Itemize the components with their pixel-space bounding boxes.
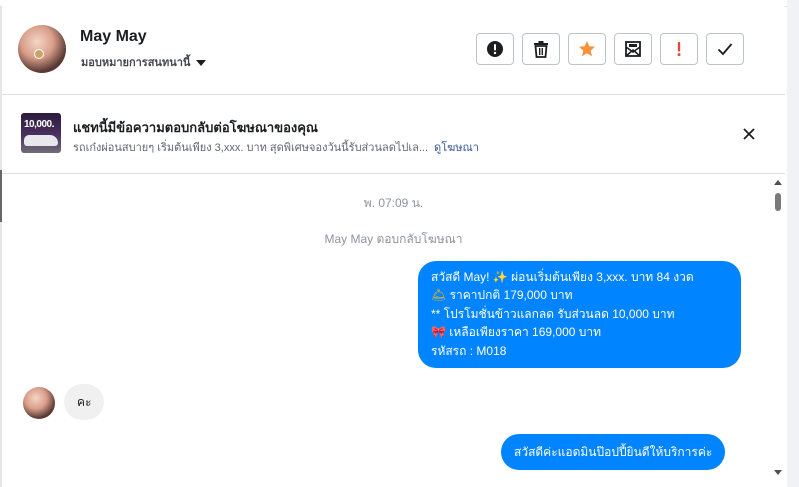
chat-scrollbar[interactable] <box>771 178 785 487</box>
ad-reply-note: May May ตอบกลับโฆษณา <box>324 232 463 246</box>
ad-banner-title: แชทนี้มีข้อความตอบกลับต่อโฆษณาของคุณ <box>73 120 318 135</box>
sender-avatar[interactable] <box>23 387 55 419</box>
mark-unread-button[interactable] <box>614 33 652 65</box>
message-line-text: ผ่อนเริ่มต้นเพียง 3,xxx. บาท 84 งวด <box>507 270 694 284</box>
message-line: รหัสรถ : M018 <box>431 342 730 360</box>
message-line-text: สวัสดี May! <box>431 270 493 284</box>
mark-spam-button[interactable] <box>476 33 514 65</box>
message-line: ** โปรโมชั่นข้าวแลกลด รับส่วนลด 10,000 บ… <box>431 305 730 323</box>
assign-conversation-dropdown[interactable]: มอบหมายการสนทนานี้ <box>81 53 207 71</box>
ad-banner-body: รถเก๋งผ่อนสบายๆ เริ่มต้นเพียง 3,xxx. บาท… <box>73 142 429 154</box>
checkmark-icon <box>717 43 733 56</box>
bell-icon: 🛎 <box>431 288 447 303</box>
ad-thumbnail-text: 10,000. <box>24 119 54 130</box>
conversation-header: May May มอบหมายการสนทนานี้ <box>2 6 785 95</box>
mark-done-button[interactable] <box>706 33 744 65</box>
assign-conversation-label: มอบหมายการสนทนานี้ <box>81 57 191 69</box>
conversation-actions <box>476 33 744 65</box>
ad-reply-banner: 10,000. แชทนี้มีข้อความตอบกลับต่อโฆษณาขอ… <box>2 95 785 174</box>
sparkles-icon: ✨ <box>492 270 508 284</box>
mark-unread-icon <box>625 41 641 57</box>
avatar-image <box>23 387 55 419</box>
message-timestamp: พ. 07:09 น. <box>363 196 424 210</box>
message-line-text: ** โปรโมชั่นข้าวแลกลด รับส่วนลด 10,000 บ… <box>431 306 675 321</box>
message-thread: พ. 07:09 น. May May ตอบกลับโฆษณา สวัสดี … <box>2 174 785 487</box>
window-right-edge <box>787 0 799 487</box>
exclamation-icon <box>677 42 681 57</box>
caret-down-icon <box>196 59 207 66</box>
scroll-up-arrow-icon[interactable] <box>774 180 782 185</box>
scroll-down-arrow-icon[interactable] <box>774 470 782 475</box>
message-line: 🛎 ราคาปกติ 179,000 บาท <box>431 286 730 304</box>
star-icon <box>579 41 595 57</box>
message-line: สวัสดี May! ✨ ผ่อนเริ่มต้นเพียง 3,xxx. บ… <box>431 268 730 286</box>
ribbon-icon: 🎀 <box>431 325 446 340</box>
follow-up-button[interactable] <box>660 33 698 65</box>
scrollbar-thumb[interactable] <box>775 193 781 211</box>
incoming-message: คะ <box>64 384 105 420</box>
delete-button[interactable] <box>522 33 560 65</box>
message-line-text: รหัสรถ : M018 <box>431 343 507 358</box>
message-line-text: เหลือเพียงราคา 169,000 บาท <box>445 325 602 340</box>
ad-banner-text: รถเก๋งผ่อนสบายๆ เริ่มต้นเพียง 3,xxx. บาท… <box>73 138 479 156</box>
outgoing-message: สวัสดี May! ✨ ผ่อนเริ่มต้นเพียง 3,xxx. บ… <box>418 261 741 369</box>
star-button[interactable] <box>568 33 606 65</box>
alert-circle-icon <box>487 41 503 57</box>
ad-thumbnail[interactable]: 10,000. <box>21 113 61 153</box>
view-ad-link[interactable]: ดูโฆษณา <box>434 142 479 154</box>
close-banner-button[interactable] <box>742 127 756 141</box>
message-line: 🎀 เหลือเพียงราคา 169,000 บาท <box>431 323 730 341</box>
trash-icon <box>534 41 548 58</box>
outgoing-message: สวัสดีค่ะแอดมินป๊อปปี้ยินดีให้บริการค่ะ <box>501 434 726 470</box>
car-image <box>24 135 58 146</box>
close-icon <box>743 128 755 140</box>
message-line-text: ราคาปกติ 179,000 บาท <box>446 288 573 303</box>
contact-name: May May <box>80 28 147 45</box>
messenger-badge-icon <box>34 49 44 59</box>
